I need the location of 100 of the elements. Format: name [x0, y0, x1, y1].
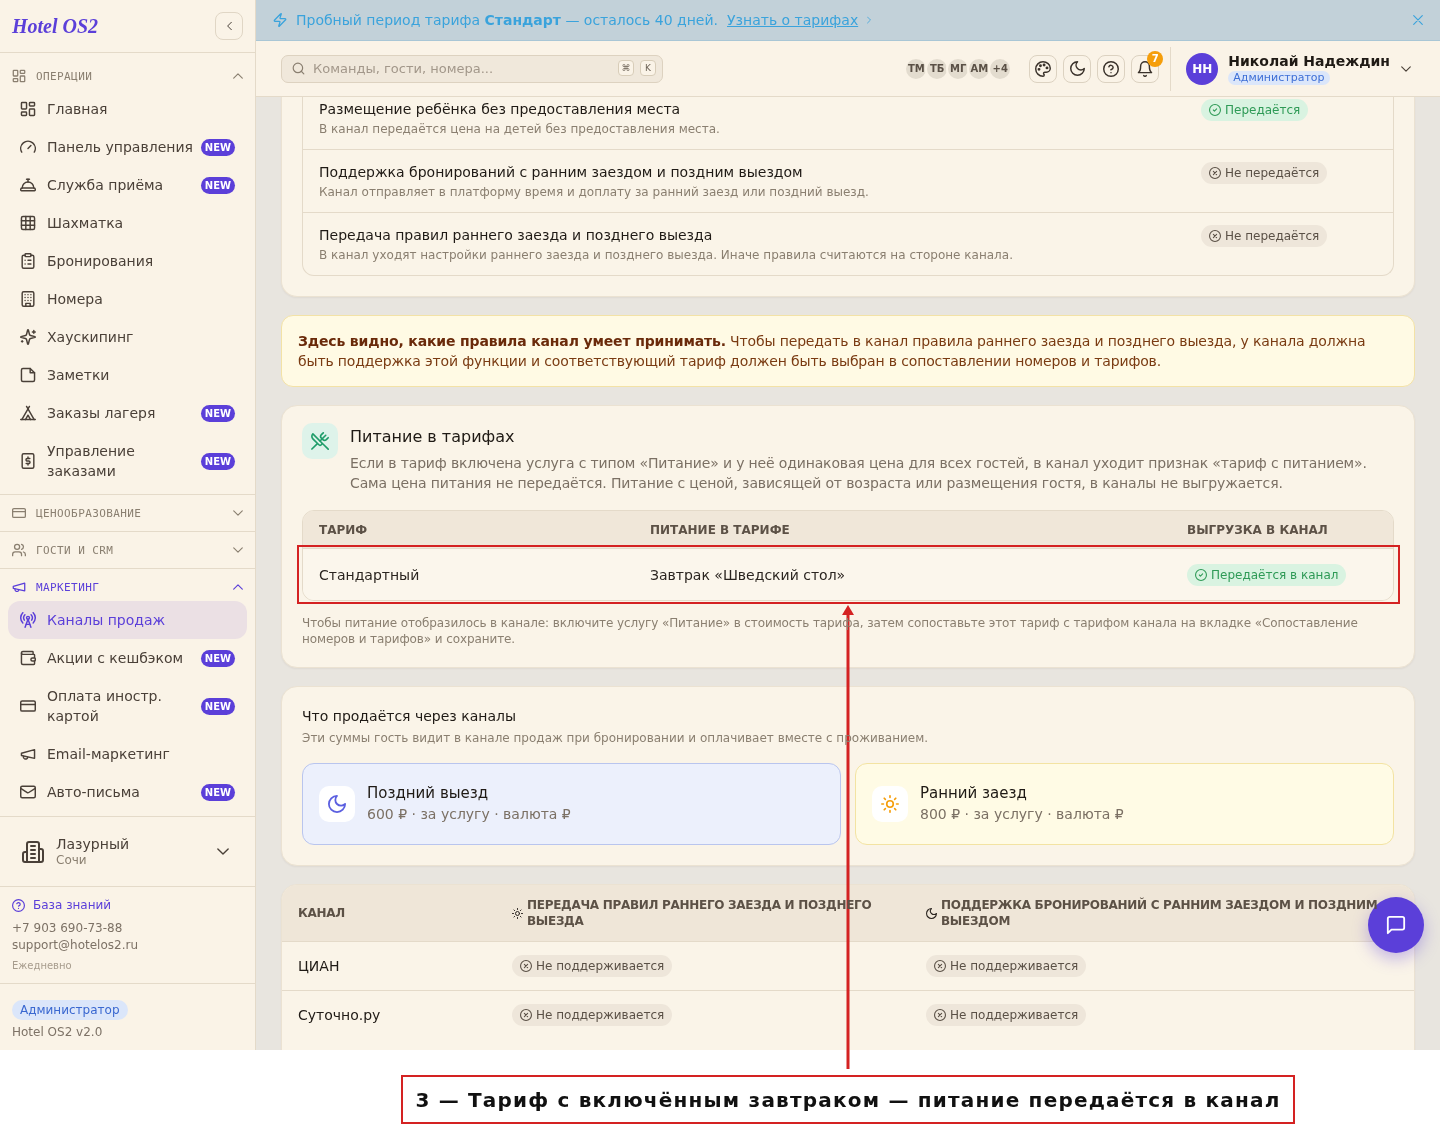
service-price: 600 ₽ · за услугу · валюта ₽ [367, 805, 571, 824]
version-text: Hotel OS2 v2.0 [12, 1024, 104, 1040]
nav-item[interactable]: Служба приёма NEW [8, 166, 247, 204]
user-name: Николай Надеждин [1228, 52, 1390, 70]
help-icon [1103, 60, 1120, 77]
nav-item[interactable]: Бронирования [8, 242, 247, 280]
service-price: 800 ₽ · за услугу · валюта ₽ [920, 805, 1124, 824]
nav-item[interactable]: Хаускипинг [8, 318, 247, 356]
chat-icon [1386, 915, 1406, 935]
palette-button[interactable] [1029, 54, 1058, 83]
chevron-down-icon [1401, 65, 1411, 72]
nav-item[interactable]: Главная [8, 90, 247, 128]
chevron-right-icon [867, 16, 872, 24]
rule-description: В канал уходят настройки раннего заезда и позднего выезда. Иначе правила считаются на стороне канала. [319, 247, 1014, 264]
help-icon [12, 898, 25, 912]
x-circle-icon [1209, 230, 1221, 242]
envelope-icon [20, 784, 36, 800]
notification-count: 7 [1147, 50, 1164, 67]
megaphone-icon [20, 746, 36, 762]
moon-icon [926, 907, 937, 919]
table-cell-text: Стандартный [319, 566, 421, 583]
table-cell-text: Завтрак «Шведский стол» [650, 566, 847, 583]
service-title: Ранний заезд [920, 783, 1028, 803]
nav-item[interactable]: Каналы продаж [8, 601, 247, 639]
user-avatar: НН [1186, 52, 1219, 85]
new-badge: NEW [200, 452, 235, 470]
antenna-icon [20, 612, 36, 628]
knowledge-base-link[interactable]: База знаний [12, 896, 112, 914]
new-badge: NEW [200, 697, 235, 715]
section-title: Питание в тарифах [350, 427, 516, 447]
x-circle-icon [520, 960, 532, 972]
new-badge: NEW [200, 404, 235, 422]
column-header: ПИТАНИЕ В ТАРИФЕ [650, 521, 791, 538]
status-label: Не передаётся [1225, 229, 1320, 243]
column-header: ТАРИФ [319, 521, 369, 538]
nav-item[interactable]: Заказы лагеря NEW [8, 394, 247, 432]
x-circle-icon [934, 1009, 946, 1021]
chevron-left-icon [226, 21, 232, 31]
nav-item[interactable]: Оплата иностр. картой NEW [8, 677, 247, 735]
section-description: Если в тариф включена услуга с типом «Питание» и у неё одинаковая цена для всех гостей, в канал уходит признак «тариф с питанием». Сама цена питания не передаётся. Питание с ценой, зависящей от возраста или размещения гостя, в каналы не выгружается. [350, 454, 1368, 493]
initials-avatar: МГ [946, 56, 971, 81]
new-badge: NEW [200, 176, 235, 194]
nav-item[interactable]: Управление заказами NEW [8, 432, 247, 490]
section-header[interactable]: МАРКЕТИНГ [8, 573, 247, 601]
gauge-icon [20, 139, 36, 155]
new-badge: NEW [200, 783, 235, 801]
close-icon [1413, 15, 1423, 25]
trial-message: Пробный период тарифа Стандарт — осталось 40 дней. [296, 12, 719, 28]
x-circle-icon [1209, 167, 1221, 179]
logo: Hotel OS2 [12, 14, 99, 38]
card-icon [12, 506, 26, 520]
chevron-down-icon [217, 848, 229, 855]
nav-item[interactable]: Email-маркетинг [8, 735, 247, 773]
sun-icon [512, 907, 523, 919]
lightning-icon [273, 13, 287, 27]
info-notice: Здесь видно, какие правила канал умеет принимать. Чтобы передать в канал правила раннего заезда и позднего выезда, у канала должна быть поддержка этой функции и соответствующий тариф должен быть выбран в сопоставлении номеров и тарифов. [281, 315, 1415, 387]
table-grid-icon [20, 215, 36, 231]
nav-item[interactable]: Номера [8, 280, 247, 318]
tent-icon [20, 405, 36, 421]
help-button[interactable] [1097, 54, 1126, 83]
new-badge: NEW [200, 138, 235, 156]
user-menu-button[interactable] [1401, 65, 1411, 72]
grid-icon [12, 69, 26, 83]
support-hours: Ежедневно [12, 959, 73, 973]
status-label: Не поддерживается [536, 959, 665, 973]
section-header[interactable]: ОПЕРАЦИИ [8, 62, 247, 90]
annotation-caption: 3 — Тариф с включённым завтраком — питание передаётся в канал [401, 1075, 1295, 1124]
status-label: Не поддерживается [950, 1008, 1079, 1022]
wallet-icon [20, 650, 36, 666]
dark-mode-button[interactable] [1063, 54, 1092, 83]
column-header: ВЫГРУЗКА В КАНАЛ [1187, 521, 1329, 538]
support-phone: +7 903 690-73-88 [12, 920, 124, 937]
building-icon [20, 291, 36, 307]
status-label: Не поддерживается [950, 959, 1079, 973]
hotel-selector[interactable]: Лазурный Сочи [22, 835, 229, 868]
table-cell-text: ЦИАН [298, 958, 341, 974]
role-badge: Администратор [1228, 71, 1330, 85]
nav-item[interactable]: Заметки [8, 356, 247, 394]
moon-icon [1069, 61, 1085, 76]
search-icon [292, 61, 305, 75]
initials-avatar: ТМ [904, 56, 929, 81]
service-title: Поздний выезд [367, 783, 490, 803]
role-badge: Администратор [12, 1000, 128, 1020]
card-icon [20, 698, 36, 714]
chevron-up-icon [233, 584, 243, 590]
more-count: +4 [988, 56, 1013, 81]
nav-item[interactable]: Авто-письма NEW [8, 773, 247, 811]
section-header[interactable]: ЦЕНООБРАЗОВАНИЕ [8, 499, 247, 527]
palette-icon [1035, 60, 1052, 77]
moon-icon [319, 786, 355, 822]
check-circle-icon [1195, 568, 1207, 581]
nav-item[interactable]: Шахматка [8, 204, 247, 242]
service-bell-icon [20, 177, 36, 193]
check-circle-icon [1209, 104, 1221, 116]
nav-item[interactable]: Акции с кешбэком NEW [8, 639, 247, 677]
initials-avatar: АМ [967, 56, 992, 81]
section-header[interactable]: ГОСТИ И CRM [8, 536, 247, 564]
nav-item[interactable]: Панель управления NEW [8, 128, 247, 166]
column-header: ПОДДЕРЖКА БРОНИРОВАНИЙ С РАННИМ ЗАЕЗДОМ И ПОЗДНИМ ВЫЕЗДОМ [941, 897, 1379, 929]
sparkle-icon [20, 329, 36, 345]
